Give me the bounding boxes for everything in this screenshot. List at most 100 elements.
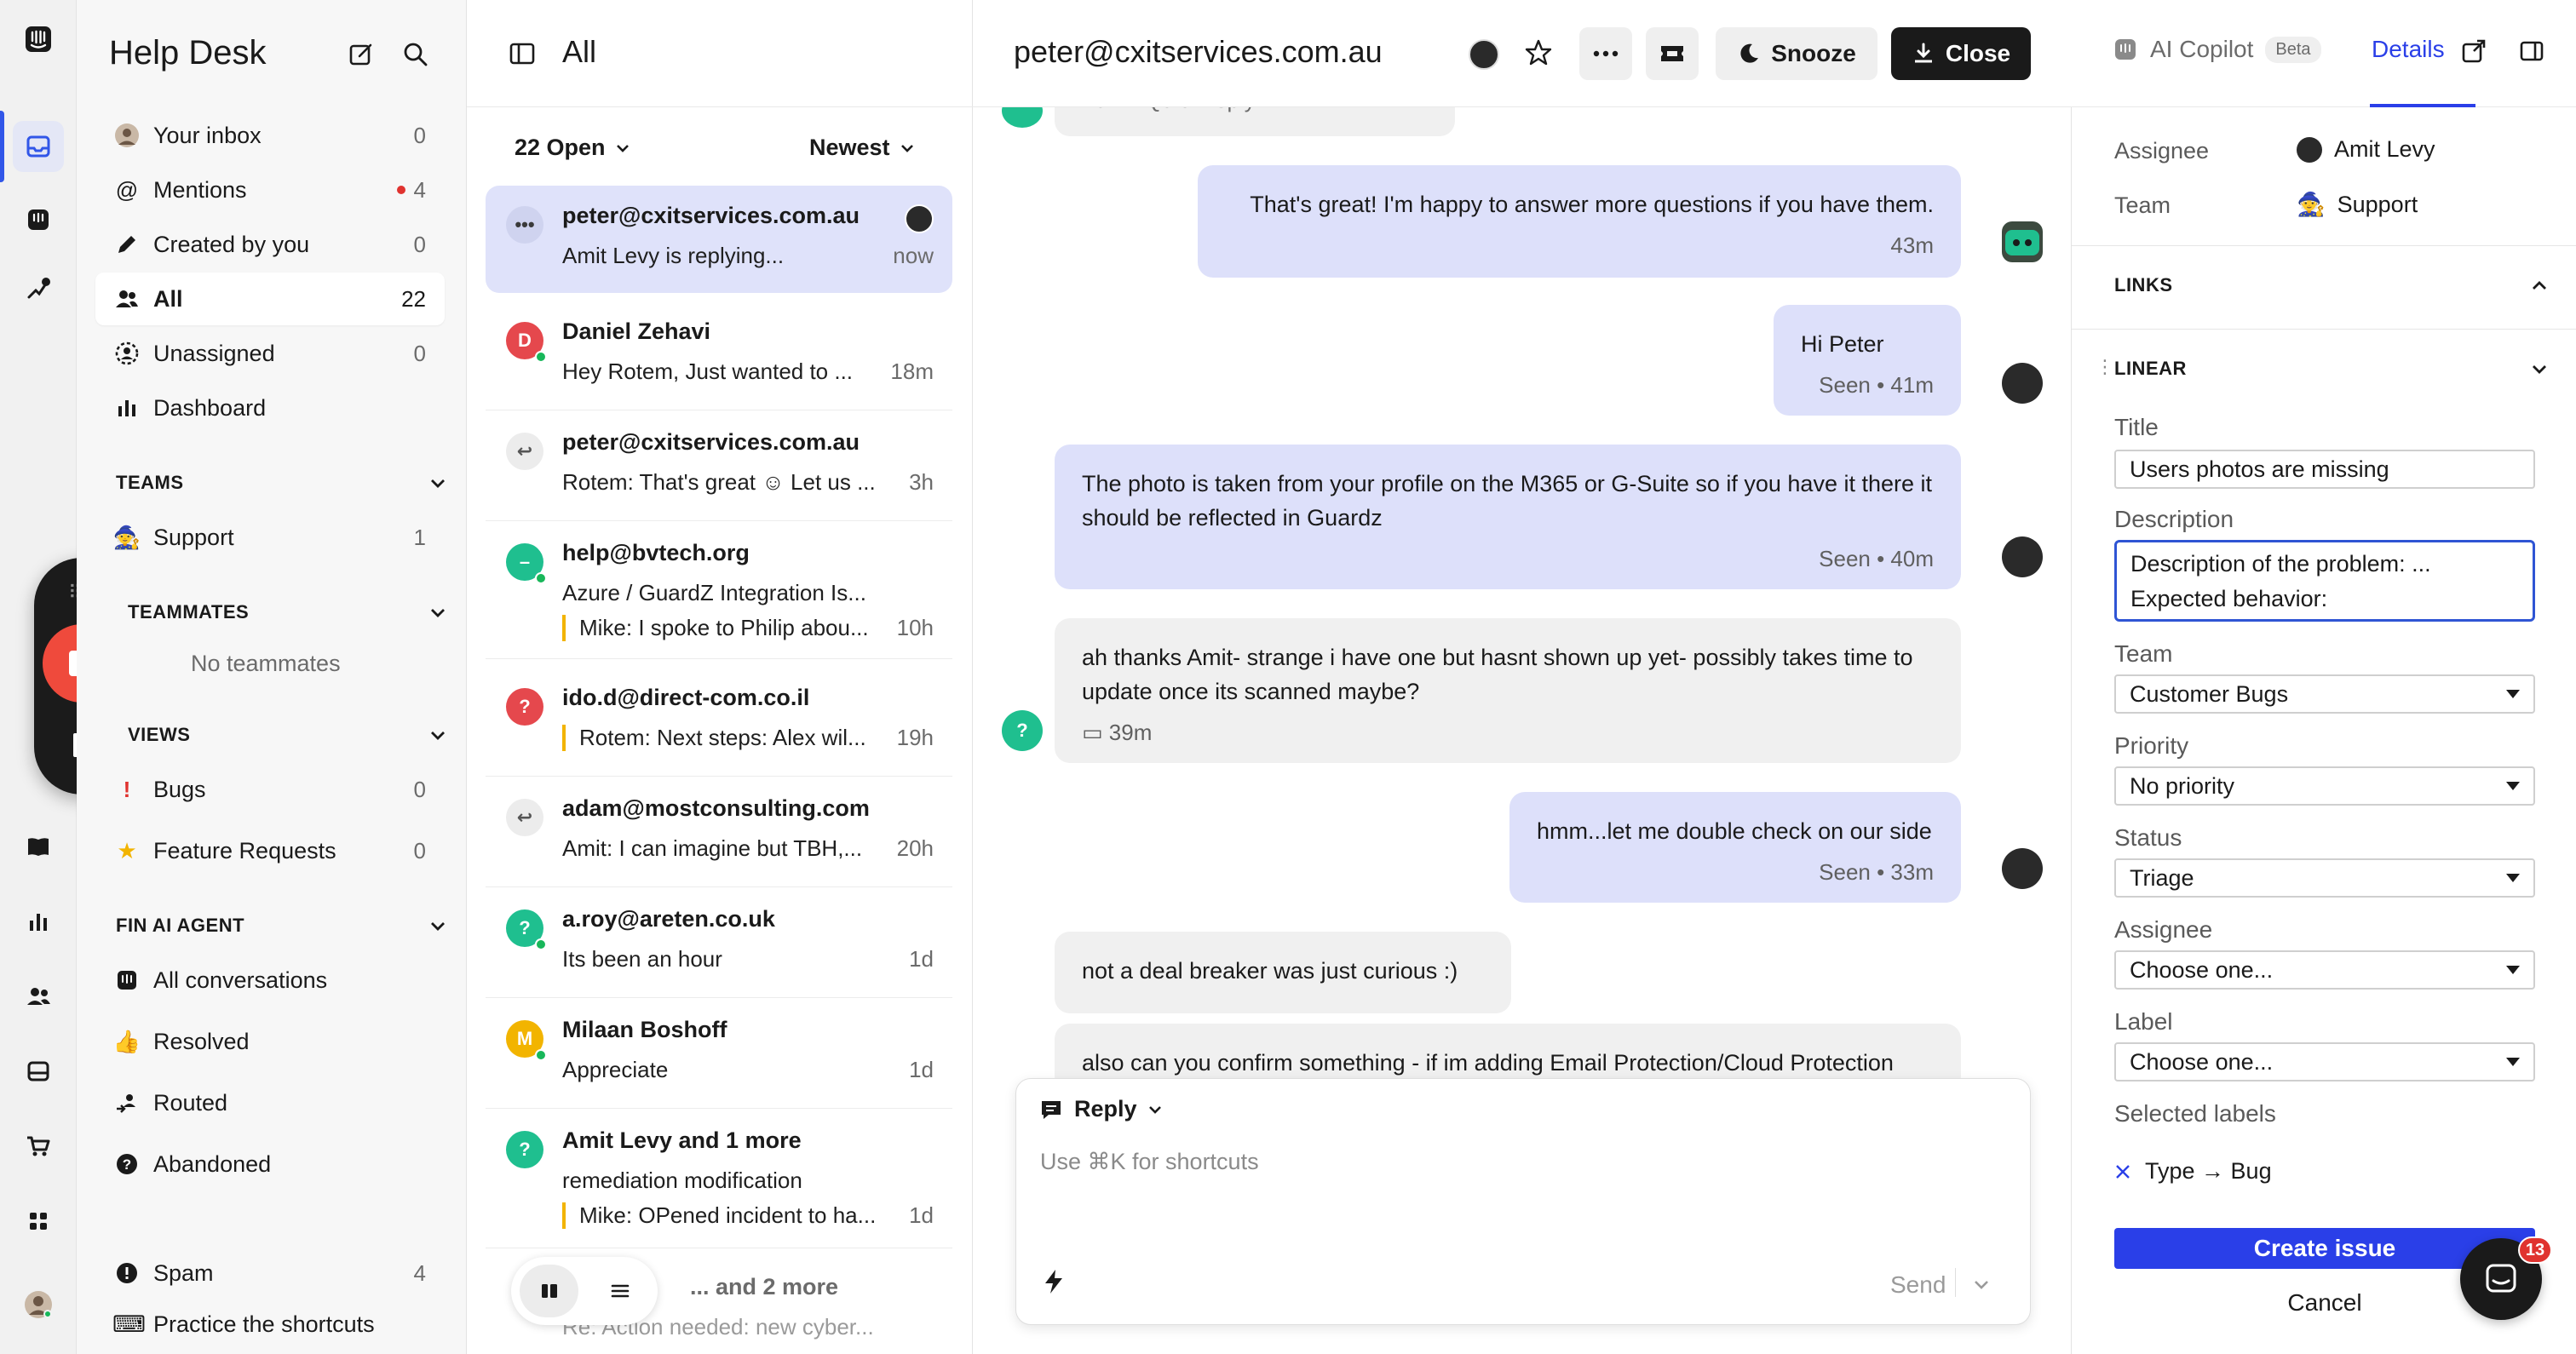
message-bubble-outgoing: hmm...let me double check on our side Se… (1509, 792, 1961, 903)
linear-assignee-select[interactable]: Choose one... (2114, 950, 2535, 990)
agent-avatar (2002, 848, 2043, 889)
sidebar-item-practice-shortcuts[interactable]: ⌨ Practice the shortcuts (112, 1311, 436, 1340)
sidebar-item-support[interactable]: 🧙 Support 1 (95, 511, 445, 564)
conversation-item[interactable]: M Milaan Boshoff Appreciate 1d (486, 1000, 952, 1109)
sidebar-item-all[interactable]: All 22 (95, 273, 445, 325)
sidebar-item-your-inbox[interactable]: Your inbox 0 (95, 109, 445, 162)
reports-icon[interactable] (13, 896, 64, 947)
compose-icon[interactable] (344, 37, 378, 72)
snooze-button[interactable]: Snooze (1716, 27, 1877, 80)
thumbs-up-icon: 👍 (112, 1028, 141, 1054)
sidebar-item-spam[interactable]: Spam 4 (95, 1247, 445, 1299)
no-teammates-text: No teammates (191, 651, 341, 676)
sidebar-item-created-by-you[interactable]: Created by you 0 (95, 218, 445, 271)
sidebar-item-mentions[interactable]: @ Mentions 4 (95, 164, 445, 216)
label-select[interactable]: Choose one... (2114, 1042, 2535, 1081)
status-select[interactable]: Triage (2114, 858, 2535, 898)
links-section-header[interactable]: LINKS (2114, 274, 2549, 296)
user-avatar[interactable] (13, 1279, 64, 1330)
description-label: Description (2114, 506, 2234, 532)
list-icon (611, 1284, 629, 1298)
details-tabs: AI Copilot Beta Details (2072, 0, 2576, 107)
inbox-icon[interactable] (13, 121, 64, 172)
more-options-button[interactable] (1579, 27, 1632, 80)
list-title: All (562, 34, 597, 69)
reply-chat-icon (1042, 1100, 1061, 1119)
send-options-chevron-icon[interactable] (1972, 1273, 1991, 1299)
remove-x-icon[interactable] (2114, 1163, 2131, 1180)
drag-handle-icon[interactable]: ⋮ (2096, 356, 2114, 378)
close-download-icon (1914, 43, 1932, 63)
sidebar-item-dashboard[interactable]: Dashboard (95, 382, 445, 434)
conversation-item[interactable]: ? a.roy@areten.co.uk Its been an hour 1d (486, 889, 952, 998)
messages-icon[interactable] (13, 1046, 64, 1097)
contact-avatar: ? (506, 909, 547, 950)
apps-grid-icon[interactable] (13, 1196, 64, 1247)
bot-avatar-icon (2002, 221, 2043, 262)
messenger-launcher-button[interactable]: 13 (2460, 1236, 2552, 1320)
intercom-logo-icon[interactable] (13, 14, 64, 65)
contact-avatar: – (506, 543, 547, 584)
toggle-sidebar-icon[interactable] (508, 39, 537, 74)
star-icon[interactable] (1523, 37, 1554, 74)
team-value[interactable]: 🧙 Support (2297, 191, 2418, 218)
sort-dropdown[interactable]: Newest (809, 135, 916, 161)
open-external-icon[interactable] (2460, 37, 2487, 71)
tab-details[interactable]: Details (2372, 36, 2445, 63)
online-indicator (535, 572, 547, 584)
wizard-emoji-icon: 🧙 (2297, 192, 2326, 217)
caret-down-icon (2506, 782, 2520, 790)
sidebar-item-resolved[interactable]: 👍 Resolved (95, 1015, 445, 1068)
conversation-item[interactable]: ••• peter@cxitservices.com.au Amit Levy … (486, 186, 952, 293)
teams-section-header[interactable]: TEAMS (116, 472, 448, 494)
search-icon[interactable] (399, 37, 433, 72)
open-filter-dropdown[interactable]: 22 Open (515, 135, 631, 161)
agent-avatar (2002, 363, 2043, 404)
assignee-avatar[interactable] (1469, 39, 1499, 70)
chevron-down-icon (616, 144, 629, 152)
conversation-item[interactable]: – help@bvtech.org Azure / GuardZ Integra… (486, 523, 952, 659)
ticket-button[interactable] (1646, 27, 1699, 80)
views-section-header[interactable]: VIEWS (128, 724, 448, 746)
conversation-item[interactable]: ↩ adam@mostconsulting.com Amit: I can im… (486, 778, 952, 887)
knowledge-book-icon[interactable] (13, 821, 64, 872)
list-view-button[interactable] (590, 1265, 649, 1317)
sidebar-item-all-conversations[interactable]: All conversations (95, 954, 445, 1007)
fin-ai-icon[interactable] (13, 194, 64, 245)
tab-ai-copilot[interactable]: AI Copilot Beta (2113, 36, 2321, 63)
caret-down-icon (2506, 1058, 2520, 1066)
cart-icon[interactable] (13, 1121, 64, 1172)
sidebar-item-feature-requests[interactable]: ★ Feature Requests 0 (95, 824, 445, 877)
outbound-icon[interactable] (13, 264, 64, 315)
rail-active-indicator (0, 111, 4, 182)
conversation-item[interactable]: ↩ peter@cxitservices.com.au Rotem: That'… (486, 412, 952, 521)
description-textarea[interactable]: Description of the problem: ... Expected… (2114, 540, 2535, 622)
sidebar-item-bugs[interactable]: ! Bugs 0 (95, 763, 445, 816)
conversation-item[interactable]: ? Amit Levy and 1 more remediation modif… (486, 1110, 952, 1248)
contacts-icon[interactable] (13, 971, 64, 1022)
linear-team-select[interactable]: Customer Bugs (2114, 674, 2535, 714)
chevron-down-icon (2533, 365, 2546, 374)
sidebar-item-abandoned[interactable]: ? Abandoned (95, 1138, 445, 1190)
toggle-panel-icon[interactable] (2518, 37, 2545, 71)
linear-section-header[interactable]: LINEAR (2114, 358, 2549, 380)
assignee-value[interactable]: Amit Levy (2297, 136, 2435, 163)
teammates-section-header[interactable]: TEAMMATES (128, 601, 448, 623)
reply-input[interactable]: Use ⌘K for shortcuts (1040, 1149, 1977, 1175)
close-conversation-button[interactable]: Close (1891, 27, 2031, 80)
reply-mode-dropdown[interactable]: Reply (1038, 1096, 1163, 1122)
conversation-item[interactable]: D Daniel Zehavi Hey Rotem, Just wanted t… (486, 301, 952, 410)
priority-select[interactable]: No priority (2114, 766, 2535, 806)
conversation-item[interactable]: ? ido.d@direct-com.co.il Rotem: Next ste… (486, 668, 952, 777)
warning-circle-icon (112, 1259, 141, 1288)
sidebar-item-unassigned[interactable]: Unassigned 0 (95, 327, 445, 380)
send-button[interactable]: Send (1890, 1271, 1946, 1299)
message-bubble-incoming: not a deal breaker was just curious :) (1055, 932, 1511, 1013)
lightning-icon[interactable] (1042, 1268, 1066, 1301)
unread-count-badge: 13 (2518, 1236, 2552, 1264)
fin-ai-agent-section-header[interactable]: FIN AI AGENT (116, 915, 448, 937)
title-input[interactable]: Users photos are missing (2114, 450, 2535, 489)
split-view-button[interactable] (520, 1265, 578, 1317)
sidebar-item-routed[interactable]: Routed (95, 1076, 445, 1129)
chevron-down-icon (431, 609, 445, 617)
